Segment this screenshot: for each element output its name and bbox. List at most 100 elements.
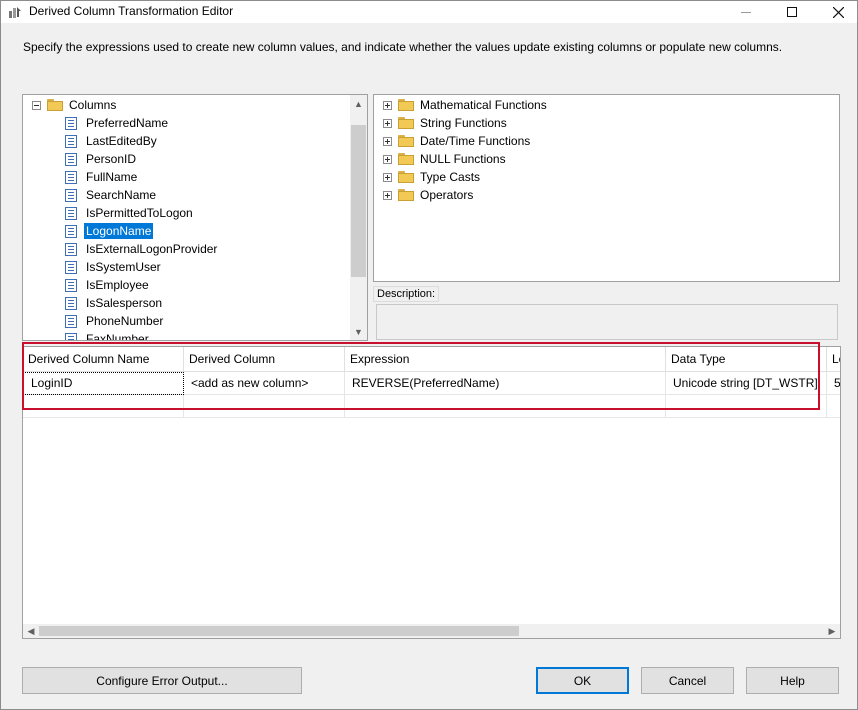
cell-data-type[interactable]: Unicode string [DT_WSTR] — [666, 372, 827, 395]
description-box — [376, 304, 838, 340]
folder-icon — [398, 171, 414, 183]
column-item[interactable]: IsSystemUser — [65, 258, 163, 276]
column-icon — [65, 224, 77, 238]
collapse-icon[interactable] — [32, 100, 41, 110]
maximize-icon — [787, 7, 797, 17]
column-item-label: SearchName — [86, 188, 157, 202]
column-icon — [65, 170, 77, 184]
function-category-label: NULL Functions — [420, 152, 506, 166]
column-icon — [65, 332, 77, 340]
column-icon — [65, 296, 77, 310]
column-item[interactable]: IsExternalLogonProvider — [65, 240, 219, 258]
columns-root-label: Columns — [69, 98, 117, 112]
function-category[interactable]: Operators — [383, 186, 475, 204]
cell-empty[interactable] — [666, 395, 827, 418]
function-category-label: Operators — [420, 188, 474, 202]
derived-columns-grid[interactable]: Derived Column Name Derived Column Expre… — [22, 346, 841, 639]
columns-root[interactable]: Columns — [32, 96, 118, 114]
column-item[interactable]: LogonName — [65, 222, 154, 240]
description-label: Description: — [373, 286, 440, 302]
cell-empty[interactable] — [345, 395, 666, 418]
column-item-label: PreferredName — [86, 116, 169, 130]
expand-icon[interactable] — [383, 100, 392, 110]
header-derived-column[interactable]: Derived Column — [184, 347, 345, 372]
column-item[interactable]: IsPermittedToLogon — [65, 204, 195, 222]
table-row[interactable]: LoginID <add as new column> REVERSE(Pref… — [23, 372, 840, 395]
scroll-thumb[interactable] — [39, 626, 519, 636]
expand-icon[interactable] — [383, 154, 392, 164]
function-category[interactable]: Mathematical Functions — [383, 96, 549, 114]
expand-icon[interactable] — [383, 118, 392, 128]
header-length[interactable]: Le — [827, 347, 840, 372]
table-row-empty[interactable] — [23, 395, 840, 418]
column-item[interactable]: PreferredName — [65, 114, 170, 132]
minimize-icon — [741, 11, 751, 13]
expand-icon[interactable] — [383, 190, 392, 200]
column-item-label: IsSalesperson — [86, 296, 163, 310]
folder-icon — [398, 189, 414, 201]
help-button[interactable]: Help — [746, 667, 839, 694]
function-category-label: Type Casts — [420, 170, 481, 184]
minimize-button[interactable] — [723, 1, 769, 23]
columns-tree-panel[interactable]: Columns PreferredName LastEditedBy PersonI… — [22, 94, 368, 341]
configure-error-output-button[interactable]: Configure Error Output... — [22, 667, 302, 694]
scroll-thumb[interactable] — [351, 125, 366, 277]
function-category-label: String Functions — [420, 116, 507, 130]
column-item-label: FullName — [86, 170, 138, 184]
header-expression[interactable]: Expression — [345, 347, 666, 372]
expand-icon[interactable] — [383, 172, 392, 182]
column-item[interactable]: SearchName — [65, 186, 158, 204]
cancel-button[interactable]: Cancel — [641, 667, 734, 694]
column-icon — [65, 242, 77, 256]
expand-icon[interactable] — [383, 136, 392, 146]
function-category[interactable]: NULL Functions — [383, 150, 508, 168]
cell-derived-column[interactable]: <add as new column> — [184, 372, 345, 395]
scroll-left-icon[interactable]: ◀ — [23, 624, 39, 638]
title-bar: Derived Column Transformation Editor — [1, 1, 857, 23]
header-derived-column-name[interactable]: Derived Column Name — [23, 347, 184, 372]
column-item[interactable]: FaxNumber — [65, 330, 151, 341]
scroll-right-icon[interactable]: ▶ — [824, 624, 840, 638]
column-item[interactable]: IsEmployee — [65, 276, 151, 294]
function-category[interactable]: Type Casts — [383, 168, 482, 186]
functions-tree-panel[interactable]: Mathematical Functions String Functions Da… — [373, 94, 840, 282]
folder-icon — [47, 99, 63, 111]
maximize-button[interactable] — [769, 1, 815, 23]
function-category-label: Mathematical Functions — [420, 98, 547, 112]
header-data-type[interactable]: Data Type — [666, 347, 827, 372]
folder-icon — [398, 135, 414, 147]
dialog-window: Derived Column Transformation Editor Spe… — [0, 0, 858, 710]
folder-icon — [398, 99, 414, 111]
column-item-label: IsEmployee — [86, 278, 149, 292]
columns-vertical-scrollbar[interactable]: ▲ ▼ — [350, 95, 367, 340]
scroll-up-icon[interactable]: ▲ — [350, 95, 367, 112]
close-button[interactable] — [815, 1, 858, 23]
grid-horizontal-scrollbar[interactable]: ◀ ▶ — [23, 624, 840, 638]
column-item-label: FaxNumber — [86, 332, 149, 341]
cell-derived-column-name[interactable]: LoginID — [23, 372, 184, 395]
column-item-label: IsPermittedToLogon — [86, 206, 193, 220]
column-item-label: LastEditedBy — [86, 134, 157, 148]
cell-empty[interactable] — [827, 395, 840, 418]
folder-icon — [398, 153, 414, 165]
cell-empty[interactable] — [23, 395, 184, 418]
column-item[interactable]: IsSalesperson — [65, 294, 164, 312]
column-item[interactable]: FullName — [65, 168, 139, 186]
column-item[interactable]: LastEditedBy — [65, 132, 159, 150]
column-item[interactable]: PersonID — [65, 150, 138, 168]
column-item-label: PersonID — [86, 152, 137, 166]
cell-empty[interactable] — [184, 395, 345, 418]
cell-expression[interactable]: REVERSE(PreferredName) — [345, 372, 666, 395]
column-icon — [65, 314, 77, 328]
window-title: Derived Column Transformation Editor — [29, 4, 234, 18]
cell-length[interactable]: 5 — [827, 372, 840, 395]
column-icon — [65, 260, 77, 274]
column-item-label: LogonName — [84, 223, 154, 239]
ok-button[interactable]: OK — [536, 667, 629, 694]
column-icon — [65, 152, 77, 166]
column-item[interactable]: PhoneNumber — [65, 312, 165, 330]
function-category-label: Date/Time Functions — [420, 134, 531, 148]
function-category[interactable]: Date/Time Functions — [383, 132, 532, 150]
function-category[interactable]: String Functions — [383, 114, 509, 132]
scroll-down-icon[interactable]: ▼ — [350, 323, 367, 340]
